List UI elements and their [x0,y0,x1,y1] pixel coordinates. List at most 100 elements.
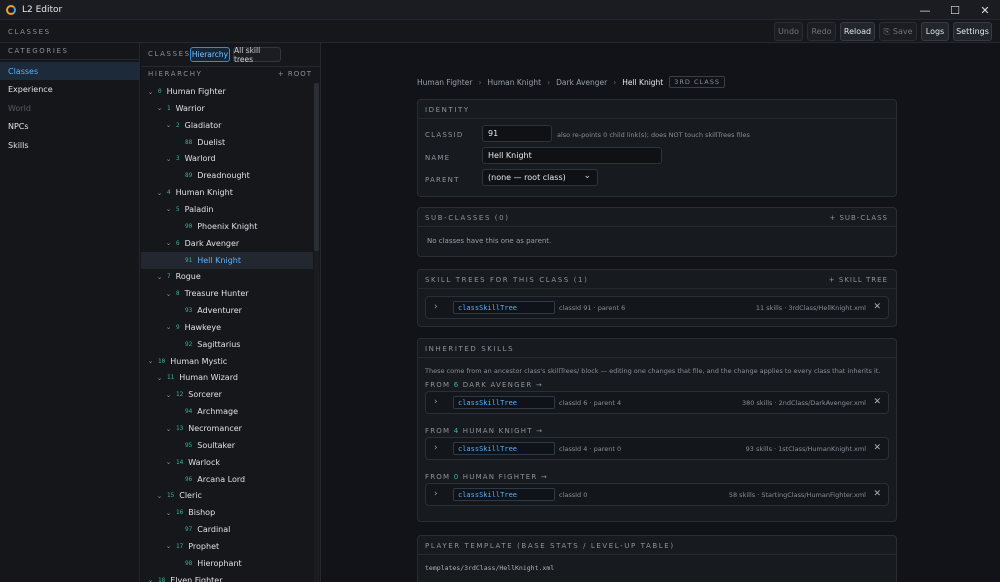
class-name: Cleric [179,491,202,501]
name-input[interactable]: Hell Knight [482,147,662,164]
sidebar-item-experience[interactable]: Experience [0,81,140,99]
sidebar-item-npcs[interactable]: NPCs [0,118,140,136]
tree-node[interactable]: 91 Hell Knight [141,251,313,269]
save-button[interactable]: ⎘ Save [879,22,917,41]
classid-input[interactable]: 91 [482,125,552,142]
tree-node[interactable]: ⌄ 2 Gladiator [141,117,313,134]
chevron-right-icon[interactable]: › [434,489,438,499]
subclasses-empty-text: No classes have this one as parent. [427,237,552,245]
tree-node[interactable]: 93 Adventurer [141,302,313,319]
chevron-down-icon[interactable]: ⌄ [155,374,164,382]
undo-button[interactable]: Undo [774,22,803,41]
chevron-down-icon[interactable]: ⌄ [164,121,173,129]
chevron-down-icon[interactable]: ⌄ [155,189,164,197]
chevron-down-icon[interactable]: ⌄ [155,104,164,112]
remove-skill-tree-icon[interactable]: ✕ [873,443,881,453]
chevron-down-icon[interactable]: ⌄ [164,391,173,399]
maximize-button[interactable]: ☐ [940,0,970,20]
chevron-down-icon[interactable]: ⌄ [155,492,164,500]
chevron-down-icon[interactable]: ⌄ [164,155,173,163]
reload-button[interactable]: Reload [840,22,875,41]
add-subclass-button[interactable]: + SUB-CLASS [829,214,888,222]
redo-button[interactable]: Redo [807,22,836,41]
chevron-down-icon[interactable]: ⌄ [164,542,173,550]
hierarchy-toggle[interactable]: Hierarchy [190,47,230,62]
chevron-down-icon[interactable]: ⌄ [164,239,173,247]
tree-node[interactable]: ⌄ 6 Dark Avenger [141,235,313,252]
parent-select[interactable]: (none — root class) ⌄ [482,169,598,186]
chevron-right-icon[interactable]: › [434,397,438,407]
tree-node[interactable]: 90 Phoenix Knight [141,218,313,235]
close-window-button[interactable]: ✕ [970,0,1000,20]
all-skill-trees-toggle[interactable]: All skill trees [233,46,281,64]
tree-node[interactable]: 88 Duelist [141,134,313,151]
chevron-right-icon: › [478,77,482,87]
tree-node[interactable]: 98 Hierophant [141,555,313,572]
tree-node[interactable]: ⌄ 3 Warlord [141,150,313,167]
chevron-down-icon[interactable]: ⌄ [164,290,173,298]
minimize-button[interactable]: — [910,0,940,20]
skill-tree-name-input[interactable]: classSkillTree [453,488,555,501]
tree-node[interactable]: 97 Cardinal [141,521,313,538]
logs-button[interactable]: Logs [921,22,949,41]
skill-tree-name-input[interactable]: classSkillTree [453,396,555,409]
add-root-button[interactable]: + ROOT [278,70,312,78]
chevron-down-icon[interactable]: ⌄ [146,357,155,365]
class-id: 4 [167,189,171,197]
player-template-path: templates/3rdClass/HellKnight.xml [425,564,555,572]
tree-node[interactable]: ⌄ 16 Bishop [141,504,313,521]
remove-skill-tree-icon[interactable]: ✕ [873,489,881,499]
tree-node[interactable]: 94 Archmage [141,403,313,420]
tree-node[interactable]: 95 Soultaker [141,437,313,454]
add-skill-tree-button[interactable]: + SKILL TREE [829,276,888,284]
chevron-down-icon[interactable]: ⌄ [164,458,173,466]
tree-node[interactable]: ⌄ 14 Warlock [141,454,313,471]
chevron-right-icon[interactable]: › [434,443,438,453]
chevron-down-icon[interactable]: ⌄ [164,205,173,213]
breadcrumb-item[interactable]: Human Fighter [417,78,472,87]
tree-node[interactable]: ⌄ 15 Cleric [141,487,313,504]
class-id: 13 [176,425,184,432]
tree-node[interactable]: ⌄ 10 Human Mystic [141,353,313,370]
sidebar-item-skills[interactable]: Skills [0,136,140,154]
tree-scrollbar-thumb[interactable] [314,83,319,251]
chevron-down-icon[interactable]: ⌄ [146,576,155,582]
chevron-down-icon[interactable]: ⌄ [155,273,164,281]
skill-tree-row[interactable]: › classSkillTree classId 91 · parent 6 1… [425,296,889,319]
tree-node[interactable]: ⌄ 8 Treasure Hunter [141,285,313,302]
inherited-skill-tree-row[interactable]: › classSkillTree classId 6 · parent 4 380 s… [425,391,889,414]
skill-tree-name-input[interactable]: classSkillTree [453,442,555,455]
class-id: 96 [185,475,193,483]
tree-node[interactable]: ⌄ 17 Prophet [141,538,313,555]
remove-skill-tree-icon[interactable]: ✕ [873,397,881,407]
tree-node[interactable]: ⌄ 11 Human Wizard [141,369,313,386]
tree-node[interactable]: ⌄ 4 Human Knight [141,184,313,201]
tree-node[interactable]: 92 Sagittarius [141,336,313,353]
tree-node[interactable]: ⌄ 7 Rogue [141,268,313,285]
tree-node[interactable]: ⌄ 18 Elven Fighter [141,572,313,582]
tree-node[interactable]: ⌄ 5 Paladin [141,201,313,218]
skill-tree-file: 93 skills · 1stClass/HumanKnight.xml [745,445,866,453]
tree-node[interactable]: 96 Arcana Lord [141,471,313,488]
breadcrumb-item[interactable]: Human Knight [487,78,541,87]
inherited-skill-tree-row[interactable]: › classSkillTree classId 4 · parent 0 93 sk… [425,437,889,460]
tree-node[interactable]: 89 Dreadnought [141,167,313,184]
remove-skill-tree-icon[interactable]: ✕ [873,302,881,312]
chevron-down-icon[interactable]: ⌄ [146,88,155,96]
sidebar-item-classes[interactable]: Classes [0,62,140,80]
tree-node[interactable]: ⌄ 9 Hawkeye [141,319,313,336]
inherited-skill-tree-row[interactable]: › classSkillTree classId 0 58 skills · Star… [425,483,889,506]
chevron-down-icon[interactable]: ⌄ [164,323,173,331]
from-class-name: HUMAN FIGHTER [462,473,538,481]
tree-node[interactable]: ⌄ 1 Warrior [141,100,313,117]
chevron-right-icon[interactable]: › [434,302,438,312]
tree-node[interactable]: ⌄ 12 Sorcerer [141,386,313,403]
chevron-down-icon[interactable]: ⌄ [164,425,173,433]
chevron-down-icon[interactable]: ⌄ [164,509,173,517]
skill-tree-file: 380 skills · 2ndClass/DarkAvenger.xml [741,399,866,407]
tree-node[interactable]: ⌄ 13 Necromancer [141,420,313,437]
tree-node[interactable]: ⌄ 0 Human Fighter [141,83,313,100]
skill-tree-name-input[interactable]: classSkillTree [453,301,555,314]
settings-button[interactable]: Settings [953,22,992,41]
breadcrumb-item[interactable]: Dark Avenger [556,78,607,87]
